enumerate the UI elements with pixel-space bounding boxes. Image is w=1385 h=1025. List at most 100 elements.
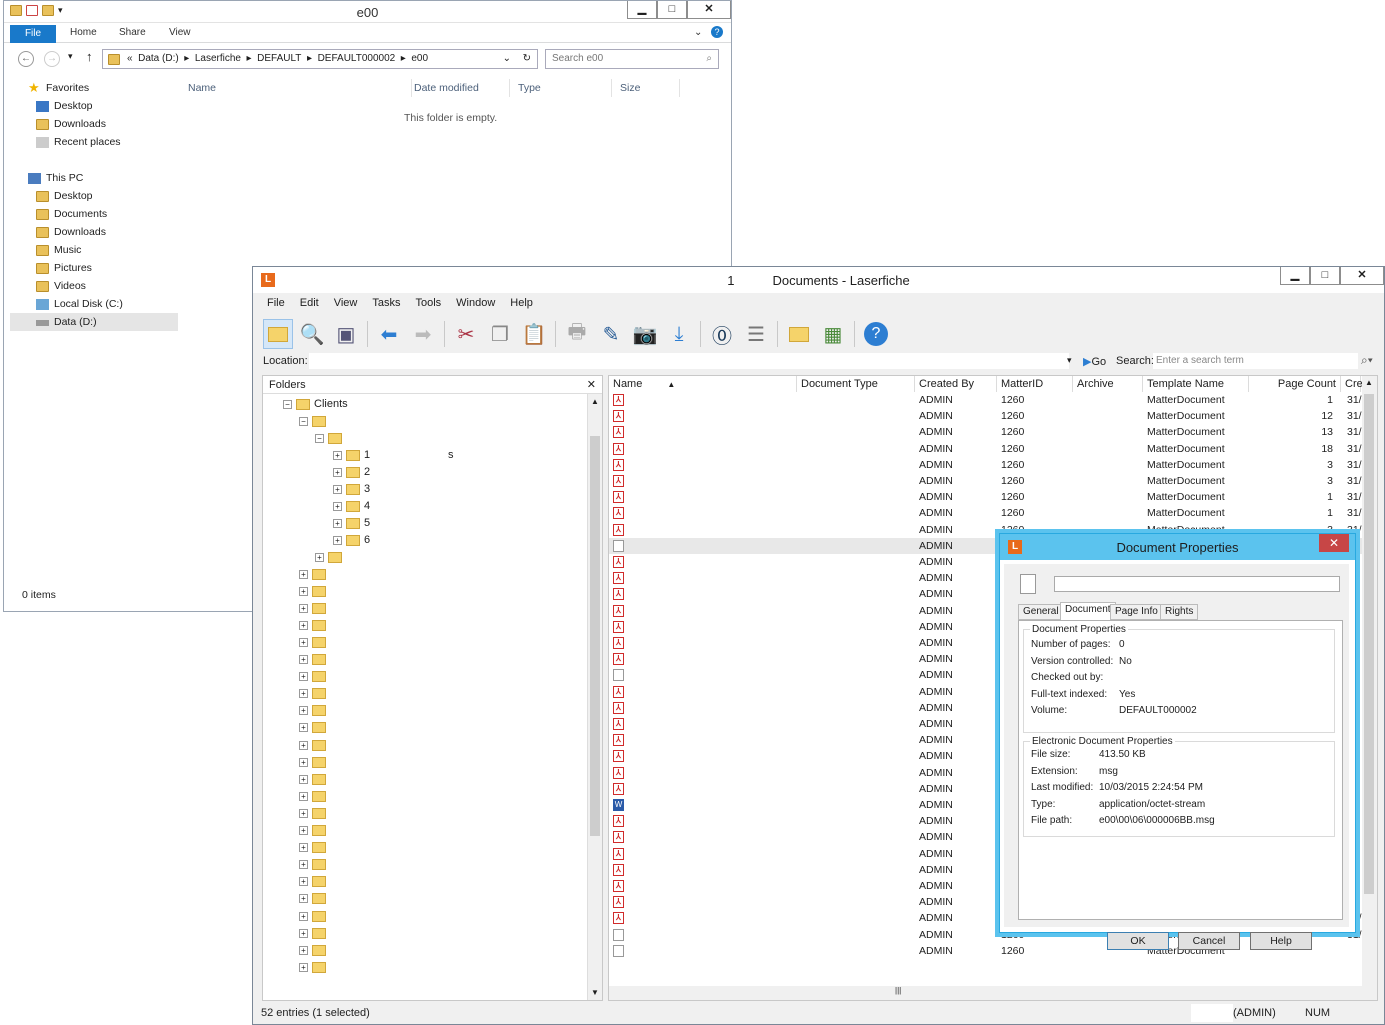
search-icon[interactable]: ⌕ bbox=[706, 50, 712, 68]
table-row[interactable]: ⅄ ADMIN 1260 MatterDocument 13 31/ bbox=[609, 424, 1377, 440]
annotation-icon[interactable]: ⓪ bbox=[707, 319, 737, 349]
tree-item[interactable]: + bbox=[299, 703, 330, 720]
tree-item[interactable]: + bbox=[299, 771, 330, 788]
print-icon[interactable]: 🖶 bbox=[562, 319, 592, 349]
minimize-button[interactable]: ▁ bbox=[627, 1, 657, 19]
nav-desktop[interactable]: Desktop bbox=[10, 187, 178, 205]
nav-videos[interactable]: Videos bbox=[10, 277, 178, 295]
table-row[interactable]: ⅄ ADMIN 1260 MatterDocument 3 31/ bbox=[609, 457, 1377, 473]
tree-item[interactable]: + bbox=[299, 669, 330, 686]
table-row[interactable]: ⅄ ADMIN 1260 MatterDocument 3 31/ bbox=[609, 473, 1377, 489]
help-icon[interactable]: ? bbox=[861, 319, 891, 349]
tree-item[interactable]: + bbox=[299, 634, 330, 651]
new-folder-icon[interactable] bbox=[784, 319, 814, 349]
tree-item[interactable]: + bbox=[299, 600, 330, 617]
search-input[interactable]: Search e00 ⌕ bbox=[545, 49, 719, 69]
column-header-created-by[interactable]: Created By bbox=[915, 376, 997, 392]
address-bar[interactable]: « Data (D:) ▸ Laserfiche ▸ DEFAULT ▸ DEF… bbox=[102, 49, 538, 69]
menu-help[interactable]: Help bbox=[510, 297, 533, 309]
scroll-up-icon[interactable]: ▲ bbox=[1365, 378, 1373, 387]
tree-item[interactable]: + bbox=[299, 823, 330, 840]
menu-tools[interactable]: Tools bbox=[415, 297, 441, 309]
minimize-button[interactable]: ▁ bbox=[1280, 267, 1310, 285]
column-header-archive[interactable]: Archive bbox=[1073, 376, 1143, 392]
tree-item[interactable]: − bbox=[315, 430, 346, 447]
copy-icon[interactable]: ❐ bbox=[485, 319, 515, 349]
menu-edit[interactable]: Edit bbox=[300, 297, 319, 309]
tree-item[interactable]: + bbox=[299, 959, 330, 976]
menu-file[interactable]: File bbox=[267, 297, 285, 309]
metadata-pane-icon[interactable]: ▣ bbox=[331, 319, 361, 349]
tree-item[interactable]: + bbox=[299, 652, 330, 669]
table-row[interactable]: ⅄ ADMIN 1260 MatterDocument 18 31/ bbox=[609, 441, 1377, 457]
cut-icon[interactable]: ✂ bbox=[451, 319, 481, 349]
scroll-grip-icon[interactable]: ||| bbox=[895, 986, 901, 995]
column-header-template-name[interactable]: Template Name bbox=[1143, 376, 1249, 392]
scroll-thumb[interactable] bbox=[590, 436, 600, 836]
back-icon[interactable]: ⬅ bbox=[374, 319, 404, 349]
view-options-icon[interactable]: ▦ bbox=[818, 319, 848, 349]
breadcrumb-e00[interactable]: e00 bbox=[411, 53, 428, 64]
nav-documents[interactable]: Documents bbox=[10, 205, 178, 223]
ribbon-tab-file[interactable]: File bbox=[10, 25, 56, 43]
refresh-icon[interactable]: ↻ bbox=[523, 50, 531, 68]
breadcrumb-data-d[interactable]: Data (D:) bbox=[138, 53, 179, 64]
back-button[interactable]: ← bbox=[18, 51, 34, 67]
tree-item[interactable]: + bbox=[299, 788, 330, 805]
table-row[interactable]: ⅄ ADMIN 1260 MatterDocument 1 31/ bbox=[609, 489, 1377, 505]
ribbon-tab-share[interactable]: Share bbox=[119, 27, 146, 38]
column-header-name[interactable]: Name ▲ bbox=[609, 376, 797, 392]
column-header-date-modified[interactable]: Date modified bbox=[406, 79, 510, 97]
breadcrumb-default000002[interactable]: DEFAULT000002 bbox=[318, 53, 396, 64]
menu-view[interactable]: View bbox=[334, 297, 358, 309]
tree-item[interactable]: + bbox=[299, 617, 330, 634]
table-row[interactable]: ⅄ ADMIN 1260 MatterDocument 1 31/ bbox=[609, 392, 1377, 408]
breadcrumb-laserfiche[interactable]: Laserfiche bbox=[195, 53, 241, 64]
column-header-matterid[interactable]: MatterID bbox=[997, 376, 1073, 392]
tree-item[interactable]: + bbox=[299, 583, 330, 600]
breadcrumb-default[interactable]: DEFAULT bbox=[257, 53, 301, 64]
list-scrollbar[interactable]: ▲ bbox=[1362, 376, 1377, 1000]
dialog-close-button[interactable]: ✕ bbox=[1319, 534, 1349, 552]
scroll-up-icon[interactable]: ▲ bbox=[591, 397, 599, 406]
column-header-created[interactable]: Cre bbox=[1341, 376, 1363, 392]
table-row[interactable]: ⅄ ADMIN 1260 MatterDocument 12 31/ bbox=[609, 408, 1377, 424]
scroll-down-icon[interactable]: ▼ bbox=[591, 988, 599, 997]
recent-locations-icon[interactable]: ▾ bbox=[68, 51, 73, 62]
close-button[interactable]: ✕ bbox=[1340, 267, 1384, 285]
close-button[interactable]: ✕ bbox=[687, 1, 731, 19]
folder-browser-icon[interactable] bbox=[263, 319, 293, 349]
tree-item[interactable]: + bbox=[299, 908, 330, 925]
menu-window[interactable]: Window bbox=[456, 297, 495, 309]
tree-item-3[interactable]: +3 bbox=[333, 481, 370, 498]
help-button[interactable]: Help bbox=[1250, 932, 1312, 950]
column-header-page-count[interactable]: Page Count bbox=[1249, 376, 1341, 392]
nav-pictures[interactable]: Pictures bbox=[10, 259, 178, 277]
tree-item[interactable]: + bbox=[299, 805, 330, 822]
address-dropdown-icon[interactable]: ⌄ bbox=[503, 50, 511, 68]
nav-data-d[interactable]: Data (D:) bbox=[10, 313, 178, 331]
tree-item[interactable]: + bbox=[315, 549, 346, 566]
tree-item[interactable]: + bbox=[299, 754, 330, 771]
tree-item[interactable]: + bbox=[299, 891, 330, 908]
horizontal-scrollbar[interactable]: ||| bbox=[609, 986, 1364, 1000]
location-field[interactable] bbox=[309, 353, 1069, 369]
folders-scrollbar[interactable]: ▲ ▼ bbox=[587, 394, 602, 1000]
column-header-name[interactable]: Name bbox=[180, 79, 412, 97]
tree-item[interactable]: + bbox=[299, 737, 330, 754]
tab-general[interactable]: General bbox=[1018, 604, 1064, 620]
location-dropdown-icon[interactable]: ▾ bbox=[1067, 355, 1072, 366]
tree-item[interactable]: + bbox=[299, 720, 330, 737]
scroll-thumb[interactable] bbox=[1364, 394, 1374, 894]
search-input[interactable]: Enter a search term bbox=[1153, 353, 1358, 369]
tab-document[interactable]: Document bbox=[1060, 602, 1116, 620]
table-row[interactable]: ⅄ ADMIN 1260 MatterDocument 1 31/ bbox=[609, 505, 1377, 521]
nav-fav-downloads[interactable]: Downloads bbox=[10, 115, 178, 133]
column-header-size[interactable]: Size bbox=[612, 79, 680, 97]
tree-item[interactable]: + bbox=[299, 925, 330, 942]
tree-item[interactable]: + bbox=[299, 840, 330, 857]
snapshot-icon[interactable]: 📷 bbox=[630, 319, 660, 349]
nav-fav-recent[interactable]: Recent places bbox=[10, 133, 178, 151]
tab-page-info[interactable]: Page Info bbox=[1110, 604, 1163, 620]
tree-item-clients[interactable]: − Clients bbox=[283, 396, 348, 413]
